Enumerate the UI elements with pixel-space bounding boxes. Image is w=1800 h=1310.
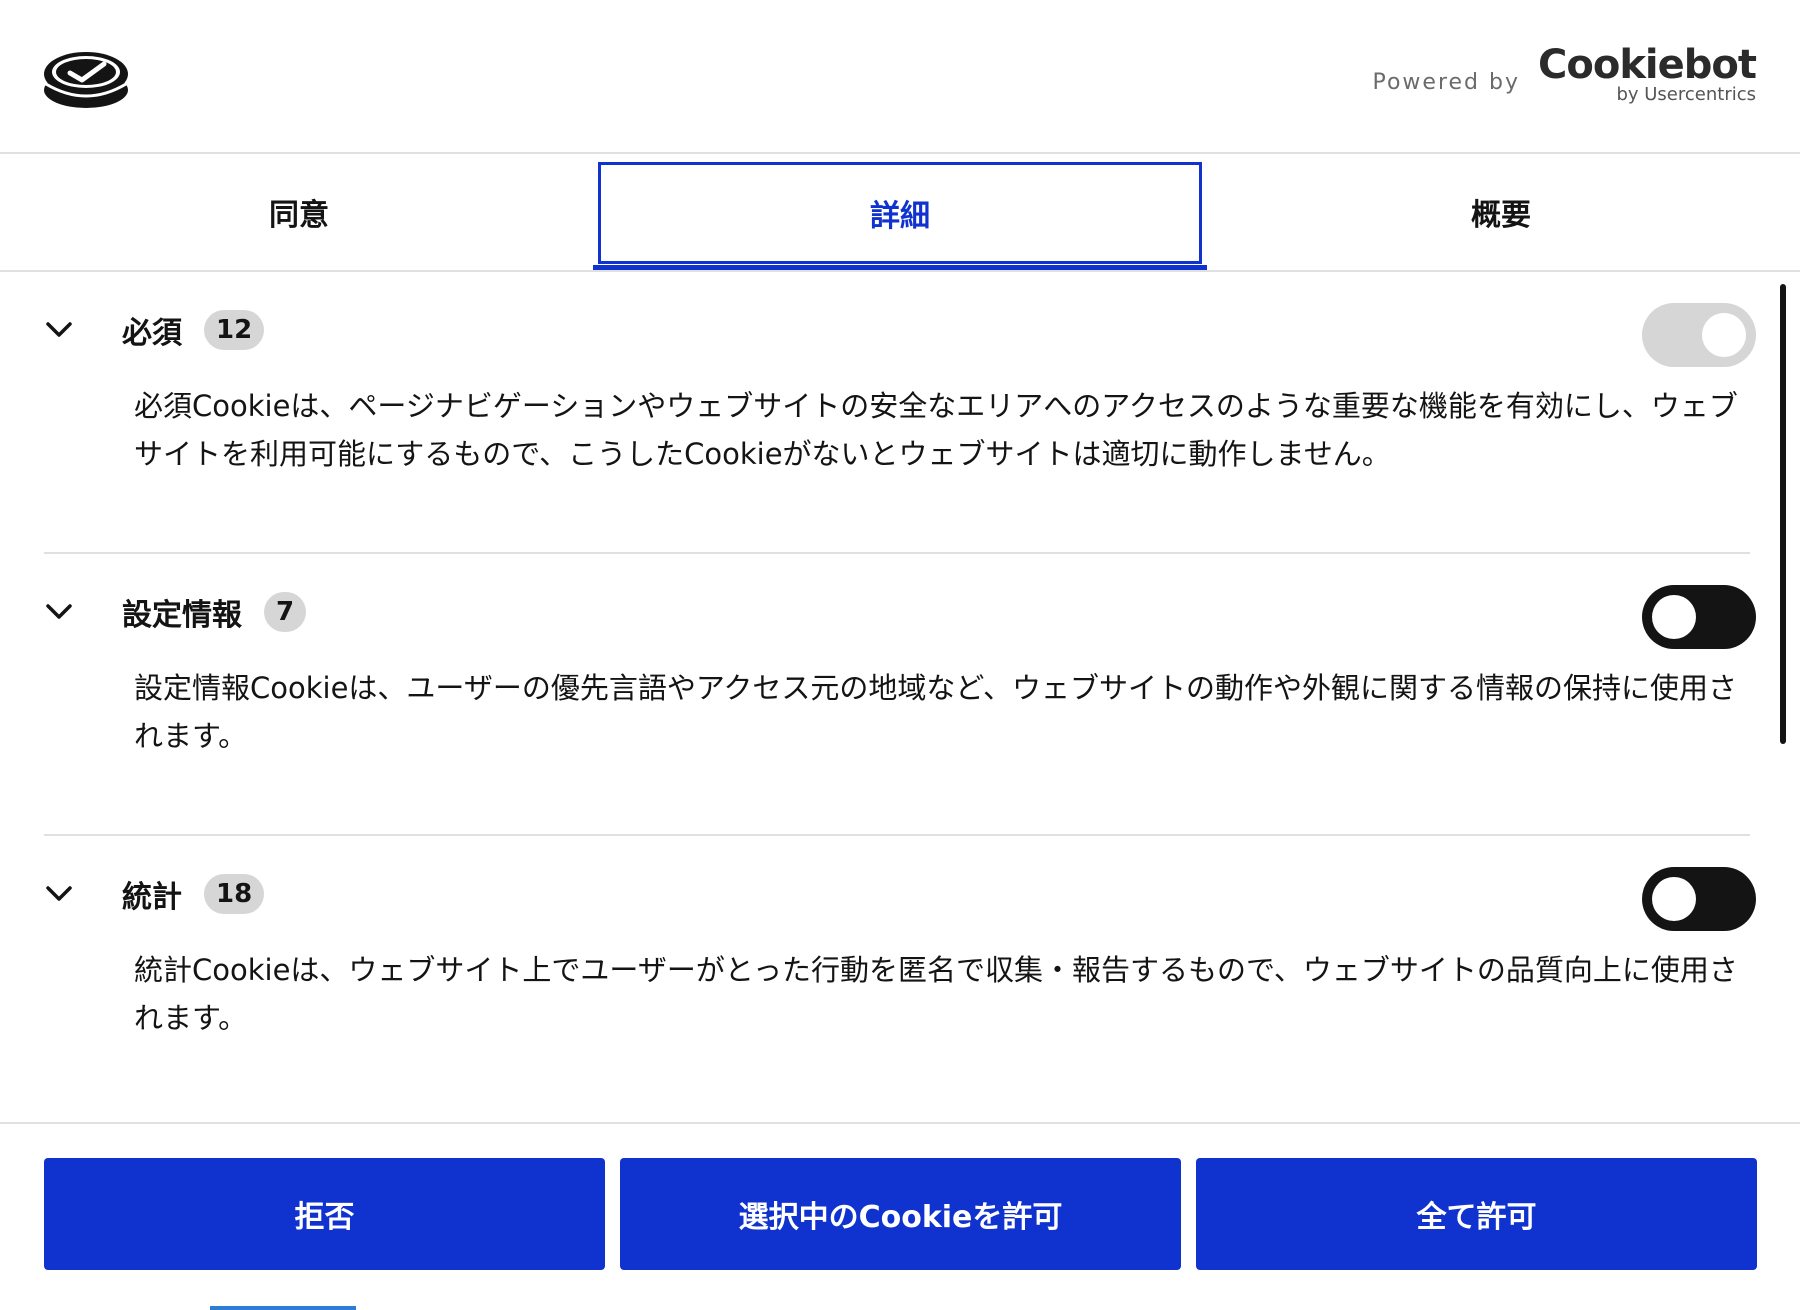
allow-selected-button[interactable]: 選択中のCookieを許可 <box>620 1158 1181 1270</box>
cookiebot-logo: Cookiebot by Usercentrics <box>1538 42 1757 106</box>
statistics-toggle[interactable] <box>1642 867 1756 931</box>
cookie-count-badge: 7 <box>264 592 307 632</box>
category-header: 必須 12 <box>44 290 1756 370</box>
chevron-down-icon[interactable] <box>44 315 74 345</box>
allow-all-button[interactable]: 全て許可 <box>1196 1158 1757 1270</box>
brand-name: Cookiebot <box>1538 42 1757 88</box>
powered-by-cookiebot[interactable]: Powered by Cookiebot by Usercentrics <box>1372 42 1757 106</box>
cookie-count-badge: 12 <box>204 310 265 350</box>
category-header: 設定情報 7 <box>44 572 1756 652</box>
category-necessary: 必須 12 必須Cookieは、ページナビゲーションやウェブサイトの安全なエリア… <box>44 290 1756 554</box>
category-title: 必須 <box>122 316 182 351</box>
chevron-down-icon[interactable] <box>44 879 74 909</box>
details-panel[interactable]: 必須 12 必須Cookieは、ページナビゲーションやウェブサイトの安全なエリア… <box>0 272 1800 1122</box>
category-description: 統計Cookieは、ウェブサイト上でユーザーがとった行動を匿名で収集・報告するも… <box>134 953 1738 1035</box>
chevron-down-icon[interactable] <box>44 597 74 627</box>
dialog-footer: 拒否 選択中のCookieを許可 全て許可 <box>0 1122 1800 1310</box>
category-description: 設定情報Cookieは、ユーザーの優先言語やアクセス元の地域など、ウェブサイトの… <box>134 671 1737 753</box>
site-logo-icon <box>44 52 128 108</box>
preferences-toggle[interactable] <box>1642 585 1756 649</box>
toggle-knob <box>1652 595 1696 639</box>
category-title: 統計 <box>122 880 182 915</box>
tab-consent[interactable]: 同意 <box>0 154 598 270</box>
dialog-header: Powered by Cookiebot by Usercentrics <box>0 0 1800 154</box>
category-header: 統計 18 <box>44 854 1756 934</box>
cookie-consent-dialog: Powered by Cookiebot by Usercentrics 同意 … <box>0 0 1800 1310</box>
toggle-knob <box>1652 877 1696 921</box>
cookie-count-badge: 18 <box>204 874 265 914</box>
reject-button[interactable]: 拒否 <box>44 1158 605 1270</box>
tab-details[interactable]: 詳細 <box>593 162 1207 270</box>
scrollbar[interactable] <box>1780 284 1786 744</box>
category-description: 必須Cookieは、ページナビゲーションやウェブサイトの安全なエリアへのアクセス… <box>134 389 1738 471</box>
tab-about[interactable]: 概要 <box>1202 154 1800 270</box>
category-title: 設定情報 <box>122 598 242 633</box>
toggle-knob <box>1702 313 1746 357</box>
powered-by-label: Powered by <box>1372 69 1520 95</box>
background-page-strip <box>210 1306 356 1310</box>
brand-sub: by Usercentrics <box>1616 84 1756 105</box>
category-statistics: 統計 18 統計Cookieは、ウェブサイト上でユーザーがとった行動を匿名で収集… <box>44 854 1756 1094</box>
tab-bar: 同意 詳細 概要 <box>0 154 1800 272</box>
necessary-toggle[interactable] <box>1642 303 1756 367</box>
category-preferences: 設定情報 7 設定情報Cookieは、ユーザーの優先言語やアクセス元の地域など、… <box>44 572 1756 836</box>
